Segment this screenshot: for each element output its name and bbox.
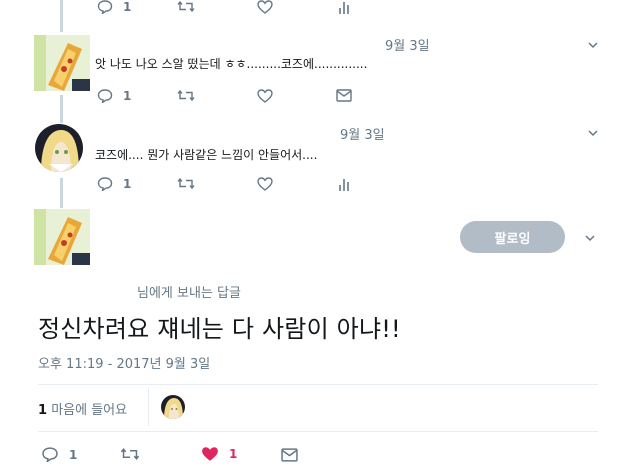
- thread-line: [60, 0, 63, 32]
- likes-stat[interactable]: 1 마음에 들어요: [38, 399, 127, 418]
- thread-line: [60, 95, 63, 123]
- chevron-down-icon[interactable]: [588, 40, 598, 50]
- reply-icon: [97, 0, 113, 14]
- dm-button[interactable]: [336, 89, 352, 102]
- reply-button[interactable]: 1: [97, 89, 131, 103]
- divider: [148, 388, 149, 426]
- heart-icon: [257, 177, 273, 191]
- reply-count: 1: [123, 89, 132, 103]
- dm-button[interactable]: [281, 448, 298, 462]
- chevron-down-icon[interactable]: [588, 128, 598, 138]
- avatar[interactable]: [34, 35, 90, 91]
- retweet-icon: [120, 447, 140, 461]
- tweet-text: 정신차려요 쟤네는 다 사람이 아냐!!: [38, 315, 401, 343]
- tweet-timestamp[interactable]: 오후 11:19 - 2017년 9월 3일: [38, 353, 210, 372]
- divider: [38, 431, 598, 432]
- liker-avatar[interactable]: [161, 395, 185, 419]
- reply-button[interactable]: 1: [97, 177, 131, 191]
- likes-count: 1: [38, 403, 48, 418]
- analytics-icon: [339, 2, 349, 14]
- reply-count: 1: [123, 0, 132, 14]
- following-button[interactable]: 팔로잉: [460, 221, 565, 253]
- analytics-icon: [339, 179, 349, 191]
- like-button[interactable]: [257, 177, 273, 191]
- tweet-date[interactable]: 9월 3일: [385, 35, 430, 54]
- tweet-text: 코즈에.... 뭔가 사람같은 느낌이 안들어서....: [95, 148, 318, 162]
- analytics-button[interactable]: [338, 177, 350, 191]
- reply-icon: [97, 177, 113, 191]
- retweet-button[interactable]: [120, 447, 140, 461]
- retweet-button[interactable]: [177, 89, 195, 102]
- heart-icon: [257, 89, 273, 103]
- retweet-button[interactable]: [177, 177, 195, 190]
- heart-filled-icon: [202, 447, 218, 461]
- reply-button[interactable]: 1: [97, 0, 131, 14]
- like-button[interactable]: [257, 89, 273, 103]
- divider: [38, 384, 598, 385]
- likes-label: 마음에 들어요: [51, 403, 128, 418]
- reply-icon: [42, 447, 58, 462]
- like-button[interactable]: 1: [201, 446, 237, 462]
- chevron-down-icon[interactable]: [585, 233, 595, 243]
- retweet-icon: [177, 89, 195, 102]
- dm-icon: [336, 89, 352, 102]
- tweet-date[interactable]: 9월 3일: [340, 124, 385, 143]
- retweet-icon: [177, 0, 195, 13]
- avatar[interactable]: [35, 124, 83, 172]
- heart-icon: [257, 0, 273, 14]
- like-button[interactable]: [257, 0, 273, 14]
- reply-button[interactable]: 1: [41, 447, 77, 462]
- like-count: 1: [229, 447, 238, 461]
- thread-line: [60, 178, 63, 208]
- reply-count: 1: [69, 447, 78, 462]
- reply-to-context: 님에게 보내는 답글: [137, 286, 241, 301]
- reply-count: 1: [123, 177, 132, 191]
- reply-icon: [97, 89, 113, 103]
- analytics-button[interactable]: [338, 0, 350, 14]
- retweet-button[interactable]: [177, 0, 195, 13]
- dm-icon: [281, 448, 298, 462]
- tweet-text: 앗 나도 나오 스알 떴는데 ㅎㅎ.........코즈에...........…: [95, 57, 368, 71]
- author-avatar[interactable]: [34, 209, 90, 265]
- retweet-icon: [177, 177, 195, 190]
